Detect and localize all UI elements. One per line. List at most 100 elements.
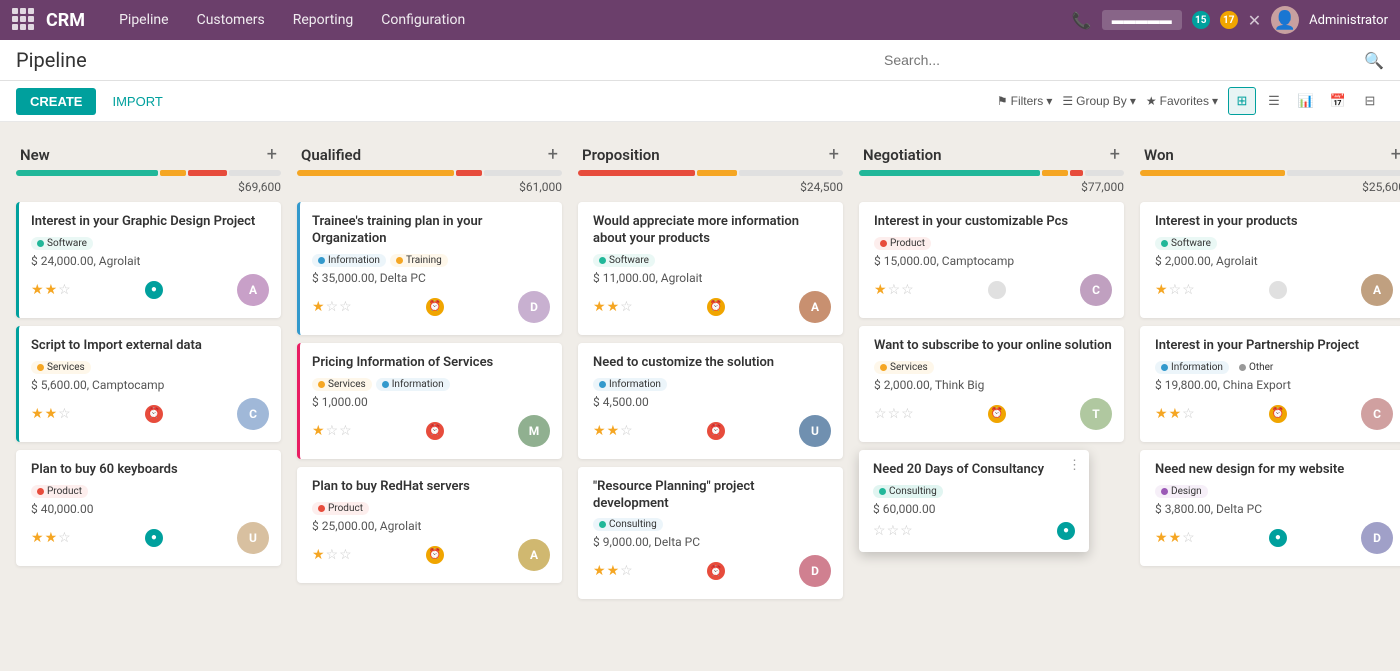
filters-button[interactable]: ⚑ Filters ▾	[997, 94, 1052, 108]
topnav-searchbar: ▬▬▬▬▬	[1102, 10, 1182, 30]
card-tags: Consulting	[593, 518, 831, 531]
card-stars: ☆☆☆	[874, 406, 914, 422]
column-amount-won: $25,600	[1140, 180, 1400, 194]
card-avatar: A	[799, 291, 831, 323]
favorites-button[interactable]: ★ Favorites ▾	[1146, 94, 1218, 108]
card-title: Interest in your Graphic Design Project	[31, 214, 269, 231]
filters-chevron-icon: ▾	[1046, 94, 1052, 108]
column-header-proposition: Proposition +	[578, 138, 843, 170]
card-avatar: A	[237, 274, 269, 306]
card-avatar: T	[1080, 398, 1112, 430]
star-1: ★	[31, 530, 44, 546]
progress-segment	[484, 170, 562, 176]
card-footer: ★☆☆ C	[874, 274, 1112, 306]
card-footer: ★☆☆ ⏰ M	[312, 415, 550, 447]
column-amount-negotiation: $77,000	[859, 180, 1124, 194]
card-avatar: C	[237, 398, 269, 430]
card-avatar: U	[799, 415, 831, 447]
card-title: Want to subscribe to your online solutio…	[874, 338, 1112, 355]
kanban-card[interactable]: Script to Import external data Services …	[16, 326, 281, 442]
column-add-negotiation[interactable]: +	[1110, 146, 1120, 164]
column-add-proposition[interactable]: +	[829, 146, 839, 164]
star-1: ★	[1155, 530, 1168, 546]
import-button[interactable]: IMPORT	[104, 88, 170, 115]
kanban-card[interactable]: Need new design for my website Design $ …	[1140, 450, 1400, 566]
kanban-card[interactable]: Would appreciate more information about …	[578, 202, 843, 335]
card-footer: ★☆☆ ⏰ A	[312, 539, 550, 571]
status-badge: ●	[145, 281, 163, 299]
star-3: ☆	[620, 299, 633, 315]
kanban-card[interactable]: Want to subscribe to your online solutio…	[859, 326, 1124, 442]
kanban-card[interactable]: Interest in your products Software $ 2,0…	[1140, 202, 1400, 318]
star-3: ☆	[58, 406, 71, 422]
card-amount: $ 1,000.00	[312, 395, 550, 409]
card-stars: ★★☆	[1155, 530, 1195, 546]
card-amount: $ 4,500.00	[593, 395, 831, 409]
card-tag: Design	[1155, 485, 1208, 498]
main-menu: Pipeline Customers Reporting Configurati…	[115, 4, 1072, 36]
kanban-card[interactable]: "Resource Planning" project development …	[578, 467, 843, 600]
kanban-card[interactable]: Need to customize the solution Informati…	[578, 343, 843, 459]
star-2: ☆	[326, 547, 339, 563]
card-tag: Product	[31, 485, 88, 498]
app-grid-icon[interactable]	[12, 8, 36, 32]
kanban-card[interactable]: Interest in your Graphic Design Project …	[16, 202, 281, 318]
grid-view-icon[interactable]: ⊟	[1356, 87, 1384, 115]
star-3: ☆	[58, 530, 71, 546]
phone-icon[interactable]: 📞	[1072, 11, 1092, 30]
actionbar-left: CREATE IMPORT	[16, 88, 171, 115]
card-amount: $ 11,000.00, Agrolait	[593, 271, 831, 285]
app-logo[interactable]: CRM	[46, 10, 85, 31]
progress-segment	[1070, 170, 1083, 176]
calendar-view-icon[interactable]: 📅	[1324, 87, 1352, 115]
kanban-card[interactable]: Interest in your customizable Pcs Produc…	[859, 202, 1124, 318]
card-amount: $ 9,000.00, Delta PC	[593, 535, 831, 549]
user-avatar[interactable]: 👤	[1271, 6, 1299, 34]
star-3: ☆	[620, 563, 633, 579]
star-3: ☆	[620, 423, 633, 439]
card-tag: Information	[376, 378, 450, 391]
chart-view-icon[interactable]: 📊	[1292, 87, 1320, 115]
kanban-card[interactable]: Interest in your Partnership Project Inf…	[1140, 326, 1400, 442]
column-add-qualified[interactable]: +	[548, 146, 558, 164]
card-tags: Services Information	[312, 378, 550, 391]
menu-reporting[interactable]: Reporting	[289, 4, 358, 36]
progress-bar-new	[16, 170, 281, 176]
column-add-won[interactable]: +	[1391, 146, 1400, 164]
progress-bar-qualified	[297, 170, 562, 176]
card-tag: Software	[1155, 237, 1217, 250]
popup-stars: ☆☆☆	[873, 523, 913, 539]
notification-badge-1[interactable]: 15	[1192, 11, 1210, 29]
card-tag: Information	[312, 254, 386, 267]
menu-pipeline[interactable]: Pipeline	[115, 4, 173, 36]
star-1: ★	[874, 282, 887, 298]
kanban-view-icon[interactable]: ⊞	[1228, 87, 1256, 115]
progress-segment	[1287, 170, 1400, 176]
search-input[interactable]	[884, 52, 1356, 68]
notification-badge-2[interactable]: 17	[1220, 11, 1238, 29]
progress-segment	[1042, 170, 1068, 176]
progress-bar-won	[1140, 170, 1400, 176]
column-add-new[interactable]: +	[267, 146, 277, 164]
card-stars: ★★☆	[31, 530, 71, 546]
menu-customers[interactable]: Customers	[193, 4, 269, 36]
deal-popup-card[interactable]: ⋮ Need 20 Days of Consultancy Consulting…	[859, 450, 1089, 552]
view-switcher: ⊞ ☰ 📊 📅 ⊟	[1228, 87, 1384, 115]
menu-configuration[interactable]: Configuration	[377, 4, 469, 36]
kanban-card[interactable]: Plan to buy RedHat servers Product $ 25,…	[297, 467, 562, 583]
card-footer: ★★☆ ● D	[1155, 522, 1393, 554]
card-tags: Software	[31, 237, 269, 250]
kanban-card[interactable]: Plan to buy 60 keyboards Product $ 40,00…	[16, 450, 281, 566]
more-icon[interactable]: ⋮	[1068, 458, 1081, 473]
kanban-card[interactable]: Trainee's training plan in your Organiza…	[297, 202, 562, 335]
card-tag: Product	[874, 237, 931, 250]
groupby-button[interactable]: ☰ Group By ▾	[1062, 94, 1136, 108]
progress-segment	[1140, 170, 1285, 176]
status-badge	[988, 281, 1006, 299]
status-badge: ⏰	[707, 562, 725, 580]
create-button[interactable]: CREATE	[16, 88, 96, 115]
list-view-icon[interactable]: ☰	[1260, 87, 1288, 115]
star-1: ★	[31, 406, 44, 422]
kanban-card[interactable]: Pricing Information of Services Services…	[297, 343, 562, 459]
close-icon[interactable]: ✕	[1248, 11, 1261, 30]
